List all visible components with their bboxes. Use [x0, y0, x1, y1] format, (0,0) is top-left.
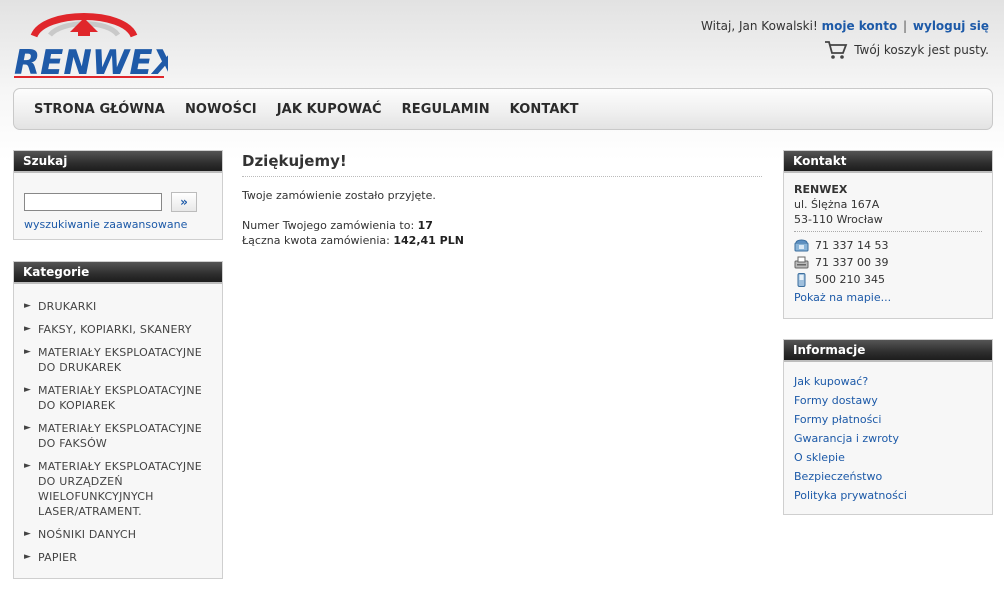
- main-content: Dziękujemy! Twoje zamówienie zostało prz…: [242, 152, 762, 248]
- mobile-row: 500 210 345: [794, 271, 982, 288]
- categories-box-title: Kategorie: [14, 262, 222, 284]
- fax-number: 71 337 00 39: [815, 256, 889, 269]
- list-item: Bezpieczeństwo: [794, 467, 982, 486]
- company-name: RENWEX: [794, 183, 848, 196]
- info-link-payment[interactable]: Formy płatności: [794, 413, 881, 426]
- order-number-line: Numer Twojego zamówienia to: 17: [242, 218, 762, 233]
- contact-box-title: Kontakt: [784, 151, 992, 173]
- nav-item-contact[interactable]: KONTAKT: [510, 102, 579, 117]
- order-total-label: Łączna kwota zamówienia:: [242, 234, 390, 247]
- nav-item-how-to-buy[interactable]: JAK KUPOWAĆ: [277, 102, 382, 117]
- category-item-data-media[interactable]: ► NOŚNIKI DANYCH: [24, 527, 212, 542]
- logout-link[interactable]: wyloguj się: [913, 19, 989, 33]
- info-link-warranty-returns[interactable]: Gwarancja i zwroty: [794, 432, 899, 445]
- info-link-delivery[interactable]: Formy dostawy: [794, 394, 878, 407]
- arrow-right-icon: ►: [24, 529, 32, 539]
- category-item-copier-supplies[interactable]: ► MATERIAŁY EKSPLOATACYJNE DO KOPIAREK: [24, 383, 212, 413]
- category-item-fax-copiers-scanners[interactable]: ► FAKSY, KOPIARKI, SKANERY: [24, 322, 212, 337]
- contact-box: Kontakt RENWEX ul. Ślężna 167A 53-110 Wr…: [783, 150, 993, 319]
- cart-text: Twój koszyk jest pusty.: [854, 43, 989, 57]
- phone-icon: [794, 239, 809, 252]
- category-item-paper[interactable]: ► PAPIER: [24, 550, 212, 565]
- greeting-text: Witaj, Jan Kowalski!: [701, 19, 818, 33]
- arrow-right-icon: ►: [24, 423, 32, 433]
- logo-emblem: RENWEX: [14, 13, 181, 83]
- nav-item-home[interactable]: STRONA GŁÓWNA: [34, 102, 165, 117]
- nav-item-news[interactable]: NOWOŚCI: [185, 102, 257, 117]
- arrow-right-icon: ►: [24, 301, 32, 311]
- arrow-right-icon: ►: [24, 324, 32, 334]
- category-item-fax-supplies[interactable]: ► MATERIAŁY EKSPLOATACYJNE DO FAKSÓW: [24, 421, 212, 451]
- list-item: O sklepie: [794, 448, 982, 467]
- cart-status[interactable]: Twój koszyk jest pusty.: [824, 40, 989, 60]
- list-item: Jak kupować?: [794, 372, 982, 391]
- info-link-how-to-buy[interactable]: Jak kupować?: [794, 375, 868, 388]
- mobile-phone-icon: [797, 272, 806, 287]
- order-total-line: Łączna kwota zamówienia: 142,41 PLN: [242, 233, 762, 248]
- main-navigation: STRONA GŁÓWNA NOWOŚCI JAK KUPOWAĆ REGULA…: [13, 88, 993, 130]
- nav-item-terms[interactable]: REGULAMIN: [402, 102, 490, 117]
- information-link-list: Jak kupować? Formy dostawy Formy płatnoś…: [794, 370, 982, 505]
- cart-icon: [825, 41, 848, 59]
- list-item: Formy płatności: [794, 410, 982, 429]
- advanced-search-link[interactable]: wyszukiwanie zaawansowane: [24, 218, 212, 231]
- divider: [794, 231, 982, 232]
- search-input[interactable]: [24, 193, 162, 211]
- information-box: Informacje Jak kupować? Formy dostawy Fo…: [783, 339, 993, 515]
- arrow-right-icon: ►: [24, 347, 32, 357]
- information-box-title: Informacje: [784, 340, 992, 362]
- svg-text:RENWEX: RENWEX: [14, 43, 168, 80]
- category-item-printer-supplies[interactable]: ► MATERIAŁY EKSPLOATACYJNE DO DRUKAREK: [24, 345, 212, 375]
- mobile-number: 500 210 345: [815, 273, 885, 286]
- fax-row: 71 337 00 39: [794, 254, 982, 271]
- order-total-value: 142,41 PLN: [393, 234, 464, 247]
- phone-row: 71 337 14 53: [794, 237, 982, 254]
- phone-number: 71 337 14 53: [815, 239, 889, 252]
- arrow-right-icon: ►: [24, 461, 32, 471]
- logo[interactable]: RENWEX: [12, 8, 181, 83]
- info-link-privacy-policy[interactable]: Polityka prywatności: [794, 489, 907, 502]
- show-on-map-link[interactable]: Pokaż na mapie...: [794, 291, 982, 304]
- company-street: ul. Ślężna 167A: [794, 198, 880, 211]
- category-list: ► DRUKARKI ► FAKSY, KOPIARKI, SKANERY ► MAT…: [24, 295, 212, 565]
- arrow-right-icon: ►: [24, 552, 32, 562]
- info-link-about-shop[interactable]: O sklepie: [794, 451, 845, 464]
- my-account-link[interactable]: moje konto: [822, 19, 898, 33]
- arrow-right-icon: ►: [24, 385, 32, 395]
- search-button[interactable]: »: [171, 192, 197, 212]
- company-city: 53-110 Wrocław: [794, 213, 883, 226]
- list-item: Formy dostawy: [794, 391, 982, 410]
- header-separator: |: [903, 19, 908, 33]
- order-number-value: 17: [417, 219, 433, 232]
- order-confirmation-message: Twoje zamówienie zostało przyjęte.: [242, 189, 436, 202]
- list-item: Gwarancja i zwroty: [794, 429, 982, 448]
- user-bar: Witaj, Jan Kowalski! moje konto | wylogu…: [701, 19, 989, 33]
- info-link-security[interactable]: Bezpieczeństwo: [794, 470, 882, 483]
- order-number-label: Numer Twojego zamówienia to:: [242, 219, 415, 232]
- category-item-mfp-supplies[interactable]: ► MATERIAŁY EKSPLOATACYJNE DO URZĄDZEŃ WI…: [24, 459, 212, 519]
- page-title: Dziękujemy!: [242, 152, 762, 177]
- category-item-printers[interactable]: ► DRUKARKI: [24, 299, 212, 314]
- fax-icon: [794, 256, 809, 269]
- search-box: Szukaj » wyszukiwanie zaawansowane: [13, 150, 223, 240]
- search-box-title: Szukaj: [14, 151, 222, 173]
- categories-box: Kategorie ► DRUKARKI ► FAKSY, KOPIARKI, SK…: [13, 261, 223, 579]
- list-item: Polityka prywatności: [794, 486, 982, 505]
